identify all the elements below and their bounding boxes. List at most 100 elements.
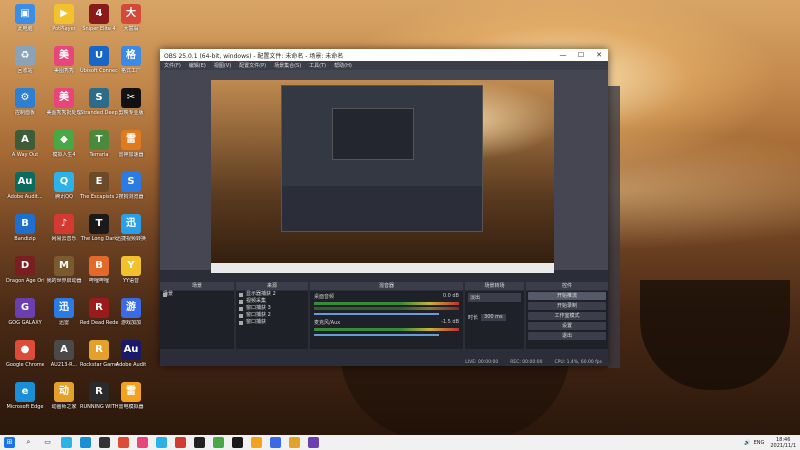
desktop-icon[interactable]: 雷雷神加速器	[112, 130, 150, 176]
desktop-icon[interactable]: Y YY语音	[112, 256, 150, 302]
desktop-icon[interactable]: 迅迅雷	[45, 298, 83, 344]
start-recording-button[interactable]: 开始录制	[528, 302, 606, 310]
taskbar-app-icon[interactable]	[99, 437, 110, 448]
sources-header: 来源	[236, 282, 308, 290]
desktop-icon[interactable]: 游游戏加加	[112, 298, 150, 344]
taskbar-app-icon[interactable]	[175, 437, 186, 448]
taskbar-app-icon[interactable]	[80, 437, 91, 448]
desktop-icon[interactable]: A A Way Out	[6, 130, 44, 176]
taskbar-app-icon[interactable]	[308, 437, 319, 448]
taskbar-app-icon[interactable]	[251, 437, 262, 448]
source-item[interactable]: 窗口捕获 3	[236, 305, 308, 312]
system-tray: 🔊 ENG 18:46 2021/11/1	[741, 435, 796, 450]
desktop-icon[interactable]: 动动画师之家	[45, 382, 83, 428]
desktop-icon-label: 雷神加速器	[118, 152, 144, 158]
desktop-icon-label: 回收站	[17, 68, 33, 74]
menu-view[interactable]: 视图(V)	[210, 62, 235, 69]
app-icon: 美	[54, 46, 74, 66]
volume-icon[interactable]: 🔊	[744, 440, 750, 446]
source-item[interactable]: 窗口捕获 2	[236, 312, 308, 319]
app-icon: A	[54, 340, 74, 360]
desktop-icon[interactable]: Au Adobe Audit	[112, 340, 150, 386]
sources-list[interactable]: 显示器捕获 2 视频采集 窗口捕获 3 窗口捕获 2 窗口捕获	[236, 291, 308, 349]
desktop-icon[interactable]: D Dragon Age Origins	[6, 256, 44, 302]
desktop-icon[interactable]: ◆ 模拟人生4	[45, 130, 83, 176]
desktop-icon-label: 迅捷视频转换	[115, 236, 146, 242]
scenes-list[interactable]: 场景	[160, 291, 234, 349]
task-view-icon[interactable]: ▭	[42, 437, 53, 448]
chrome-icon[interactable]	[118, 437, 129, 448]
taskbar-app-icon[interactable]	[232, 437, 243, 448]
desktop-icon[interactable]: 迅迅捷视频转换	[112, 214, 150, 260]
taskbar-app-icon[interactable]	[213, 437, 224, 448]
desktop-icon[interactable]: ⚙ 控制面板	[6, 88, 44, 134]
menu-edit[interactable]: 编辑(E)	[185, 62, 210, 69]
clock-date: 2021/11/1	[770, 442, 796, 449]
desktop-icon[interactable]: e Microsoft Edge	[6, 382, 44, 428]
desktop-icon[interactable]: ● Google Chrome	[6, 340, 44, 386]
app-icon: U	[89, 46, 109, 66]
exit-button[interactable]: 退出	[528, 332, 606, 340]
preview-area[interactable]	[160, 70, 608, 273]
desktop-icon[interactable]: ✂ 剪映专业版	[112, 88, 150, 134]
search-icon[interactable]: ⌕	[23, 437, 34, 448]
language-indicator[interactable]: ENG	[754, 440, 765, 446]
app-icon: 大	[121, 4, 141, 24]
menu-tools[interactable]: 工具(T)	[305, 62, 330, 69]
source-item[interactable]: 显示器捕获 2	[236, 291, 308, 298]
desktop-icon[interactable]: ♻ 回收站	[6, 46, 44, 92]
desktop-icon[interactable]: 大大富翁	[112, 4, 150, 50]
desktop-icon-label: 剪映专业版	[118, 110, 144, 116]
app-icon: 雷	[121, 130, 141, 150]
obs-window[interactable]: OBS 25.0.1 (64-bit, windows) - 配置文件: 未命名…	[160, 49, 608, 366]
scene-item[interactable]: 场景	[160, 291, 234, 298]
app-icon: S	[121, 172, 141, 192]
menu-scene-collection[interactable]: 场景集合(S)	[270, 62, 305, 69]
desktop-icon[interactable]: 雷雷电模拟器	[112, 382, 150, 428]
desktop-icon[interactable]: B Bandizip	[6, 214, 44, 260]
desktop-icon[interactable]: A AU213-R...	[45, 340, 83, 386]
desktop-icon-label: 搜狗浏览器	[118, 194, 144, 200]
duration-input[interactable]: 300 ms	[481, 314, 506, 321]
taskbar-app-icon[interactable]	[270, 437, 281, 448]
settings-button[interactable]: 设置	[528, 322, 606, 330]
desktop-icon[interactable]: M 我的世界启动器	[45, 256, 83, 302]
menu-file[interactable]: 文件(F)	[160, 62, 185, 69]
app-icon: 动	[54, 382, 74, 402]
app-icon: R	[89, 298, 109, 318]
close-button[interactable]: ✕	[590, 51, 608, 59]
mic-audio-slider[interactable]	[314, 334, 439, 336]
desktop-icon[interactable]: 格格式工厂	[112, 46, 150, 92]
menu-help[interactable]: 帮助(H)	[330, 62, 356, 69]
transition-type-select[interactable]: 淡出	[468, 293, 521, 302]
obs-taskbar-icon[interactable]	[194, 437, 205, 448]
desktop-icon[interactable]: S 搜狗浏览器	[112, 172, 150, 218]
source-item[interactable]: 窗口捕获	[236, 319, 308, 326]
desktop-icon[interactable]: ♪ 网易云音乐	[45, 214, 83, 260]
desktop-icon[interactable]: 美美图秀秀	[45, 46, 83, 92]
qq-icon[interactable]	[156, 437, 167, 448]
desktop-icon[interactable]: Q 腾讯QQ	[45, 172, 83, 218]
maximize-button[interactable]: ☐	[572, 51, 590, 59]
app-icon: ✂	[121, 88, 141, 108]
taskbar-app-icon[interactable]	[289, 437, 300, 448]
live-status: LIVE: 00:00:00	[465, 360, 499, 365]
menu-profile[interactable]: 配置文件(P)	[235, 62, 270, 69]
studio-mode-button[interactable]: 工作室模式	[528, 312, 606, 320]
start-button[interactable]: ⊞	[4, 437, 15, 448]
desktop-icon[interactable]: ▶ PotPlayer	[45, 4, 83, 50]
minimize-button[interactable]: —	[554, 51, 572, 59]
clock[interactable]: 18:46 2021/11/1	[770, 437, 796, 449]
desktop-icon[interactable]: G GOG GALAXY	[6, 298, 44, 344]
start-streaming-button[interactable]: 开始推流	[528, 292, 606, 300]
desktop-icon[interactable]: ▣ 此电脑	[6, 4, 44, 50]
source-item[interactable]: 视频采集	[236, 298, 308, 305]
desktop-icon[interactable]: Au Adobe Audit...	[6, 172, 44, 218]
desktop-icon[interactable]: 美美图秀秀批处理	[45, 88, 83, 134]
desktop-audio-slider[interactable]	[314, 313, 439, 315]
desktop-icon-label: 雷电模拟器	[118, 404, 144, 410]
desktop-icon-label: 游戏加加	[120, 320, 141, 326]
taskbar-app-icon[interactable]	[61, 437, 72, 448]
preview-canvas[interactable]	[211, 80, 554, 273]
taskbar-app-icon[interactable]	[137, 437, 148, 448]
